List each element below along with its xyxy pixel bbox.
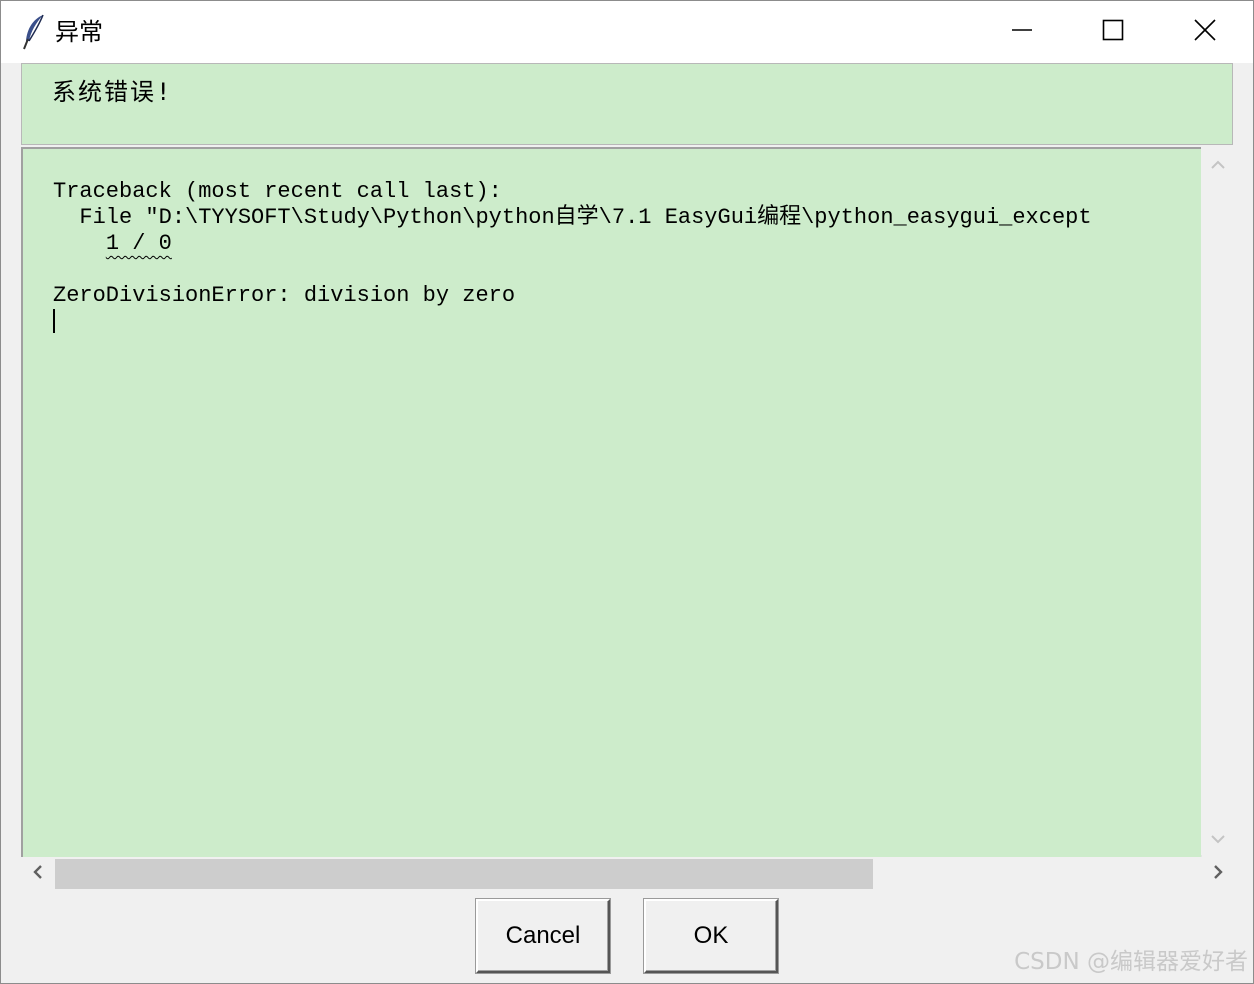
message-panel: 系统错误! [21, 63, 1233, 145]
message-text: 系统错误! [52, 78, 173, 106]
close-button[interactable] [1159, 1, 1251, 63]
traceback-line: Traceback (most recent call last): [53, 179, 502, 204]
horizontal-scrollbar[interactable] [21, 857, 1235, 891]
ok-button[interactable]: OK [644, 899, 778, 973]
scroll-thumb[interactable] [55, 859, 873, 889]
close-icon [1194, 19, 1216, 45]
traceback-textarea[interactable]: Traceback (most recent call last): File … [21, 147, 1202, 858]
scroll-down-button[interactable] [1201, 821, 1235, 855]
dialog-window: 异常 系统错误! Traceback (most recent call las… [0, 0, 1254, 984]
scroll-right-button[interactable] [1201, 857, 1235, 891]
traceback-line: File "D:\TYYSOFT\Study\Python\python自学\7… [53, 205, 1092, 230]
chevron-right-icon [1213, 864, 1223, 884]
scroll-up-button[interactable] [1201, 147, 1235, 181]
maximize-button[interactable] [1067, 1, 1159, 63]
traceback-text: Traceback (most recent call last): File … [53, 179, 1092, 309]
minimize-icon [1011, 19, 1033, 45]
traceback-line: ZeroDivisionError: division by zero [53, 283, 516, 308]
window-title: 异常 [55, 18, 103, 46]
maximize-icon [1102, 19, 1124, 45]
chevron-left-icon [33, 864, 43, 884]
title-bar[interactable]: 异常 [1, 1, 1253, 63]
chevron-down-icon [1210, 829, 1226, 848]
traceback-line: 1 / 0 [53, 231, 1092, 257]
feather-icon [21, 13, 47, 51]
vertical-scrollbar[interactable] [1201, 147, 1235, 855]
cancel-button[interactable]: Cancel [476, 899, 610, 973]
traceback-line [53, 257, 1092, 283]
error-expression: 1 / 0 [105, 231, 172, 256]
minimize-button[interactable] [976, 1, 1068, 63]
chevron-up-icon [1210, 155, 1226, 174]
scroll-left-button[interactable] [21, 857, 55, 891]
text-caret [53, 309, 55, 333]
watermark-text: CSDN @编辑器爱好者 [1014, 949, 1248, 975]
